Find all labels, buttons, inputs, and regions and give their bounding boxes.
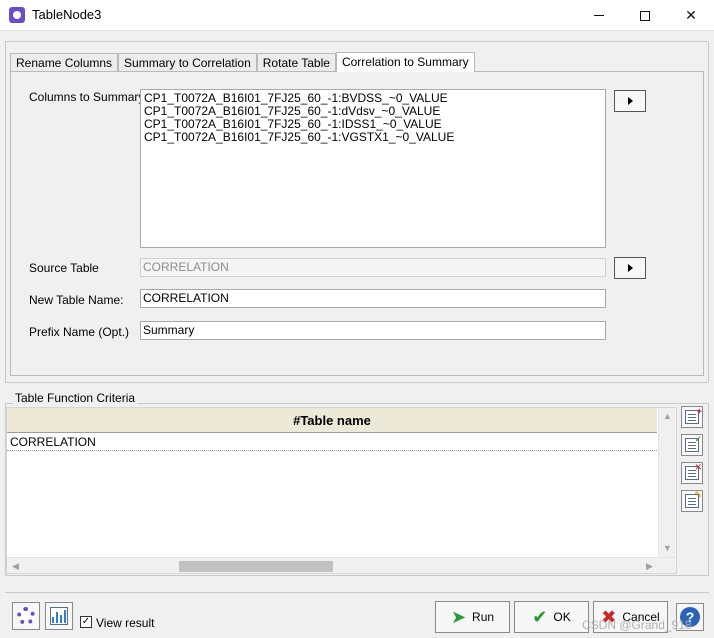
columns-label: Columns to Summary (29, 90, 145, 104)
tab-strip: Rename Columns Summary to Correlation Ro… (10, 52, 475, 72)
list-item[interactable]: CP1_T0072A_B16I01_7FJ25_60_-1:VGSTX1_~0_… (144, 131, 602, 144)
settings-button[interactable] (12, 602, 40, 630)
view-result-label: View result (96, 616, 155, 630)
source-table-field: CORRELATION (140, 258, 606, 277)
maximize-icon (640, 10, 650, 21)
columns-listbox[interactable]: CP1_T0072A_B16I01_7FJ25_60_-1:BVDSS_~0_V… (140, 89, 606, 248)
clear-icon: ✎ (685, 491, 702, 508)
scroll-down-icon[interactable]: ▼ (663, 543, 672, 553)
minimize-button[interactable] (576, 0, 622, 31)
scroll-thumb[interactable] (179, 561, 333, 572)
add-row-icon: + (685, 407, 702, 424)
table-row[interactable]: CORRELATION (7, 434, 657, 451)
ok-label: OK (553, 610, 571, 624)
new-table-name-input[interactable]: CORRELATION (140, 289, 606, 308)
select-source-button[interactable] (614, 257, 646, 279)
edit-row-button[interactable]: ✓ (681, 434, 703, 456)
prefix-name-input[interactable]: Summary (140, 321, 606, 340)
prefix-label: Prefix Name (Opt.) (29, 325, 130, 339)
run-label: Run (472, 610, 495, 624)
close-icon: ✕ (685, 7, 697, 23)
watermark: CSDN @Grand_918 (582, 618, 692, 632)
criteria-grid[interactable]: #Table name CORRELATION ▲ ▼ ◀ ▶ (6, 407, 677, 574)
check-icon: ✔ (532, 607, 548, 627)
run-button[interactable]: ➤ Run (435, 601, 510, 633)
tab-correlation-to-summary[interactable]: Correlation to Summary (335, 52, 475, 72)
new-table-label: New Table Name: (29, 293, 124, 307)
source-table-label: Source Table (29, 261, 99, 275)
edit-row-icon: ✓ (685, 435, 702, 452)
chart-button[interactable] (45, 602, 73, 630)
scroll-up-icon[interactable]: ▲ (663, 411, 672, 421)
vertical-scrollbar[interactable]: ▲ ▼ (658, 408, 676, 558)
select-columns-button[interactable] (614, 90, 646, 112)
delete-row-icon: ✕ (685, 463, 702, 480)
view-result-checkbox[interactable]: ✓ (80, 616, 92, 628)
tab-rotate-table[interactable]: Rotate Table (256, 53, 336, 72)
gear-icon (17, 607, 35, 625)
tab-rename-columns[interactable]: Rename Columns (10, 53, 119, 72)
maximize-button[interactable] (622, 0, 668, 31)
criteria-title: Table Function Criteria (13, 391, 138, 405)
play-arrow-icon (627, 97, 633, 105)
window-title: TableNode3 (32, 7, 102, 22)
run-icon: ➤ (450, 607, 467, 627)
footer-separator (5, 592, 709, 593)
scroll-right-icon[interactable]: ▶ (646, 561, 653, 571)
chart-icon (50, 607, 68, 625)
play-arrow-icon (627, 264, 633, 272)
minimize-icon (594, 15, 604, 16)
column-header[interactable]: #Table name (7, 408, 657, 433)
close-button[interactable]: ✕ (668, 0, 714, 31)
app-icon (9, 7, 25, 23)
ok-button[interactable]: ✔ OK (514, 601, 589, 633)
add-row-button[interactable]: + (681, 406, 703, 428)
delete-row-button[interactable]: ✕ (681, 462, 703, 484)
clear-button[interactable]: ✎ (681, 490, 703, 512)
tab-summary-to-correlation[interactable]: Summary to Correlation (118, 53, 257, 72)
scroll-left-icon[interactable]: ◀ (12, 561, 19, 571)
title-bar: TableNode3 ✕ (0, 0, 714, 31)
horizontal-scrollbar[interactable]: ◀ ▶ (7, 557, 676, 573)
